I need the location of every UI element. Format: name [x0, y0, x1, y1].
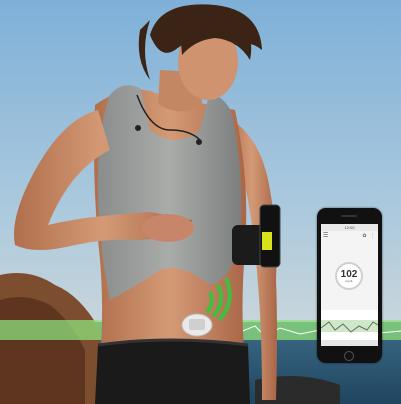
home-button[interactable] [344, 351, 354, 361]
phone-speaker [341, 215, 357, 217]
glucose-unit: mg/dL [344, 279, 354, 283]
glucose-gauge: 102 mg/dL [335, 262, 363, 290]
glucose-trend-chart [321, 310, 378, 346]
event-icons: ✿ ⋮ [362, 233, 376, 239]
smartphone: 12:00 ☰ ✿ ⋮ 102 mg/dL [317, 208, 382, 363]
phone-screen: 12:00 ☰ ✿ ⋮ 102 mg/dL [321, 224, 378, 346]
running-person-icon[interactable]: ✿ [362, 233, 367, 239]
photo-scene: 12:00 ☰ ✿ ⋮ 102 mg/dL [0, 0, 401, 404]
hand [142, 214, 194, 242]
black-shorts [95, 340, 250, 404]
status-time: 12:00 [344, 225, 355, 230]
dots-icon[interactable]: ⋮ [370, 233, 376, 239]
hamburger-menu-icon[interactable]: ☰ [323, 233, 328, 239]
status-bar: 12:00 [321, 224, 378, 231]
